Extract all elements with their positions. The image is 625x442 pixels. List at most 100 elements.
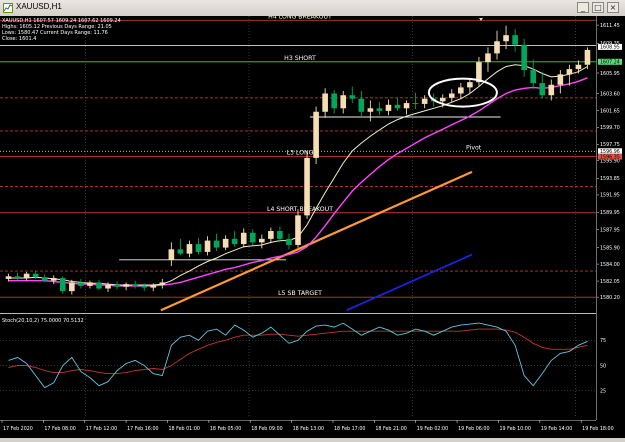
candle-body: [240, 232, 247, 245]
candle-body: [575, 64, 582, 70]
price-label: 1599.70: [600, 125, 620, 131]
candle-body: [367, 108, 374, 112]
candle-body: [448, 93, 455, 98]
chart-area[interactable]: H4 LONG BREAKOUT H3 SHORT Pivot L3 LONG L4 S…: [0, 13, 625, 438]
time-label: 19 Feb 18:00: [582, 426, 613, 432]
candle-body: [331, 93, 337, 109]
candle-body: [467, 82, 473, 88]
candle-body: [159, 282, 166, 286]
window-title: XAUUSD,H1: [16, 2, 62, 11]
candle-body: [177, 249, 184, 254]
time-label: 18 Feb 01:00: [168, 426, 199, 432]
time-label: 18 Feb 21:00: [375, 426, 406, 432]
candle-body: [195, 244, 202, 252]
stoch-level-label: 25: [600, 389, 606, 395]
close-button[interactable]: ×: [607, 2, 619, 13]
candle-body: [50, 278, 57, 281]
price-label: 1593.85: [600, 176, 620, 182]
candle-body: [213, 240, 220, 248]
price-label: 1585.90: [600, 245, 620, 251]
candle-body: [168, 249, 175, 260]
maximize-button[interactable]: □: [592, 2, 604, 13]
candle-body: [69, 282, 75, 292]
candle-body: [286, 238, 292, 245]
stoch-level-label: 75: [600, 338, 606, 344]
candle-body: [222, 238, 229, 248]
candle-body: [277, 231, 283, 239]
price-label: 1582.05: [600, 279, 620, 285]
price-badge-label: 1607.24: [600, 60, 620, 66]
candle-body: [394, 104, 401, 109]
price-badge-label: 1608.95: [600, 45, 620, 51]
price-label: 1597.75: [600, 142, 620, 148]
candle-body: [385, 104, 392, 111]
time-label: 18 Feb 13:00: [293, 426, 324, 432]
price-chart[interactable]: H4 LONG BREAKOUT H3 SHORT Pivot L3 LONG L4 S…: [0, 13, 625, 438]
candle-body: [313, 111, 319, 158]
price-label: 1591.95: [600, 193, 620, 199]
time-label: 19 Feb 02:00: [417, 426, 448, 432]
candle-body: [268, 231, 274, 239]
candle-body: [376, 108, 383, 111]
time-label: 18 Feb 09:00: [251, 426, 282, 432]
candle-body: [141, 285, 148, 288]
level-label: L4 SHORT BREAKOUT: [267, 206, 333, 213]
price-label: 1580.20: [600, 295, 620, 301]
time-label: 18 Feb 05:00: [210, 426, 241, 432]
candle-body: [503, 35, 509, 42]
candle-body: [485, 53, 491, 63]
candle-body: [566, 69, 573, 75]
price-label: 1584.00: [600, 262, 620, 268]
price-label: 1601.65: [600, 108, 620, 114]
price-label: 1603.60: [600, 91, 620, 97]
candle-body: [458, 87, 464, 94]
candle-body: [32, 273, 39, 278]
candle-body: [259, 238, 265, 243]
price-label: 1605.95: [600, 71, 620, 77]
terminal-window: XAUUSD,H1 _ □ × H4 LONG BREAKOUT H3 SHORT…: [0, 0, 625, 438]
candle-body: [231, 238, 238, 245]
level-label: H3 SHORT: [284, 55, 316, 62]
window-titlebar: XAUUSD,H1 _ □ ×: [0, 0, 625, 17]
price-badge-label: 1596.35: [600, 154, 620, 160]
time-label: 17 Feb 12:00: [86, 426, 117, 432]
chart-window-icon: [3, 3, 13, 13]
candle-body: [439, 97, 446, 102]
candle-body: [548, 84, 555, 96]
time-label: 18 Feb 17:00: [334, 426, 365, 432]
price-label: 1589.95: [600, 210, 620, 216]
candle-body: [87, 282, 93, 286]
candle-body: [186, 244, 193, 254]
time-label: 17 Feb 16:00: [127, 426, 158, 432]
price-label: 1611.45: [600, 23, 620, 29]
candle-body: [59, 278, 66, 292]
candle-body: [105, 285, 111, 289]
candle-body: [304, 157, 310, 216]
time-label: 17 Feb 2020: [3, 426, 33, 432]
candle-body: [530, 69, 537, 84]
candle-body: [78, 282, 84, 286]
stoch-title: Stoch(20,10,2) 75.0000 70.5132: [2, 318, 84, 324]
candle-body: [204, 240, 211, 252]
candle-body: [557, 74, 564, 85]
candle-body: [96, 282, 102, 289]
candle-body: [494, 41, 500, 54]
candle-body: [132, 284, 138, 286]
stoch-level-label: 50: [600, 363, 606, 369]
info-close: Close: 1601.4: [2, 36, 36, 42]
candle-body: [322, 93, 328, 112]
minimize-button[interactable]: _: [577, 2, 589, 13]
candle-body: [23, 273, 30, 279]
candle-body: [512, 35, 518, 45]
level-label: L3 LONG: [287, 150, 314, 157]
candle-body: [412, 103, 419, 104]
candle-body: [349, 95, 356, 99]
price-label: 1587.95: [600, 228, 620, 234]
candle-body: [340, 95, 347, 109]
candle-body: [584, 49, 591, 65]
candle-body: [421, 98, 428, 104]
candle-body: [358, 98, 365, 112]
level-label: H4 LONG BREAKOUT: [268, 16, 332, 20]
candle-body: [295, 215, 301, 245]
candle-body: [539, 83, 546, 96]
